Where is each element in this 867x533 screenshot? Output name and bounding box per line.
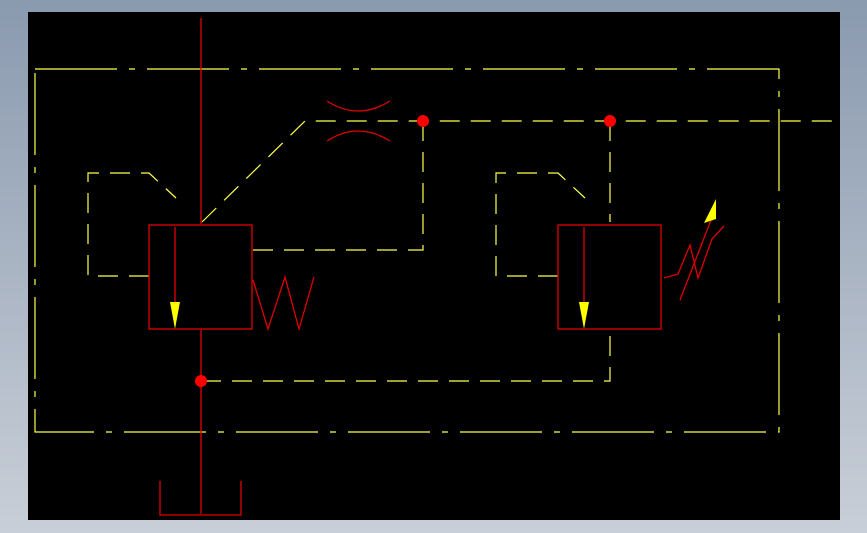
junction-dot-valve-b [604, 115, 616, 127]
hydraulic-schematic [0, 0, 867, 533]
cad-frame [0, 0, 867, 533]
junction-dot-outlet [195, 375, 207, 387]
drawing-canvas [28, 12, 840, 520]
junction-dot-orifice [417, 115, 429, 127]
